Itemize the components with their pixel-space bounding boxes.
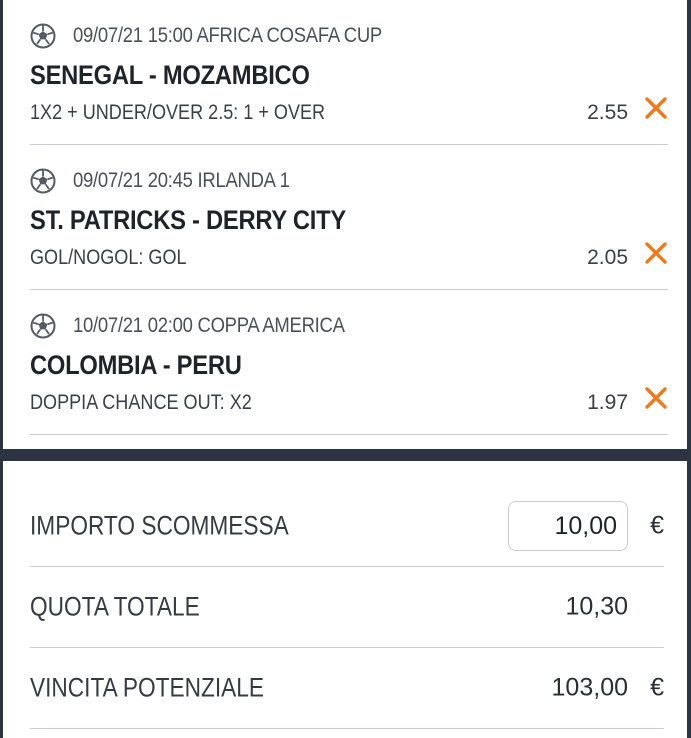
bet-odd: 1.97 — [587, 391, 628, 414]
bet-item: 09/07/21 15:00 AFRICA COSAFA CUP SENEGAL… — [30, 0, 668, 145]
stake-currency: € — [650, 511, 664, 540]
bet-item: 09/07/21 20:45 IRLANDA 1 ST. PATRICKS - … — [30, 145, 668, 290]
total-odds-row: QUOTA TOTALE 10,30 — [30, 567, 664, 648]
close-icon[interactable] — [644, 96, 668, 120]
stake-row: IMPORTO SCOMMESSA € — [30, 486, 664, 567]
bet-market: 1X2 + UNDER/OVER 2.5: 1 + OVER — [30, 101, 326, 124]
potential-win-label: VINCITA POTENZIALE — [30, 672, 264, 703]
stake-input[interactable] — [508, 501, 628, 551]
soccer-ball-icon — [30, 313, 56, 339]
event-datetime-competition: 10/07/21 02:00 COPPA AMERICA — [73, 314, 345, 337]
bet-market: DOPPIA CHANCE OUT: X2 — [30, 391, 252, 414]
potential-win-value: 103,00 — [551, 673, 628, 702]
bet-market: GOL/NOGOL: GOL — [30, 246, 187, 269]
bet-odd: 2.05 — [587, 246, 628, 269]
bet-odd: 2.55 — [587, 101, 628, 124]
total-odds-label: QUOTA TOTALE — [30, 591, 200, 622]
potential-win-currency: € — [650, 673, 664, 702]
event-datetime-competition: 09/07/21 20:45 IRLANDA 1 — [73, 169, 290, 192]
total-odds-value: 10,30 — [565, 592, 628, 621]
remove-bet-button[interactable] — [644, 386, 668, 410]
soccer-ball-icon — [30, 23, 56, 49]
soccer-ball-icon — [30, 168, 56, 194]
bet-item: 10/07/21 02:00 COPPA AMERICA COLOMBIA - … — [30, 290, 668, 435]
event-datetime-competition: 09/07/21 15:00 AFRICA COSAFA CUP — [73, 24, 382, 47]
stake-label: IMPORTO SCOMMESSA — [30, 510, 289, 541]
match-name: COLOMBIA - PERU — [30, 350, 242, 380]
close-icon[interactable] — [644, 241, 668, 265]
close-icon[interactable] — [644, 386, 668, 410]
remove-bet-button[interactable] — [644, 241, 668, 265]
match-name: ST. PATRICKS - DERRY CITY — [30, 205, 346, 235]
remove-bet-button[interactable] — [644, 96, 668, 120]
bet-slip-list: 09/07/21 15:00 AFRICA COSAFA CUP SENEGAL… — [3, 0, 687, 449]
match-name: SENEGAL - MOZAMBICO — [30, 60, 310, 90]
bet-summary: IMPORTO SCOMMESSA € QUOTA TOTALE 10,30 V… — [3, 461, 687, 738]
potential-win-row: VINCITA POTENZIALE 103,00 € — [30, 648, 664, 729]
